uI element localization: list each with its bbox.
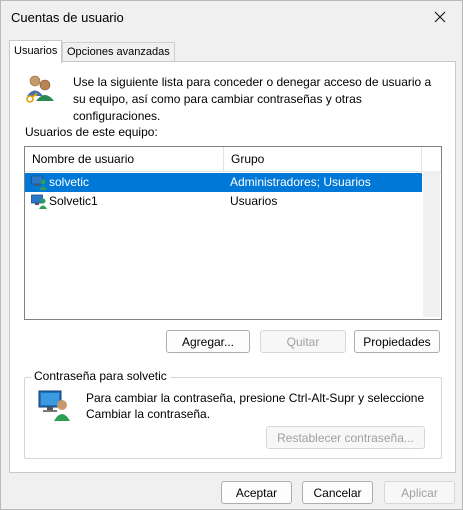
tab-users[interactable]: Usuarios [9, 40, 63, 63]
properties-button[interactable]: Propiedades [354, 330, 440, 353]
list-header: Nombre de usuario Grupo [25, 147, 441, 172]
group-cell: Usuarios [230, 194, 278, 208]
password-computer-icon [38, 390, 70, 421]
column-header-username[interactable]: Nombre de usuario [25, 147, 224, 171]
user-accounts-dialog: Cuentas de usuario Usuarios Opciones ava… [0, 0, 463, 510]
intro-description: Use la siguiente lista para conceder o d… [73, 75, 432, 123]
users-list[interactable]: Nombre de usuario Grupo solvetic Adminis… [24, 146, 442, 320]
title-bar: Cuentas de usuario [1, 1, 462, 33]
close-icon [434, 11, 446, 23]
user-computer-icon [31, 175, 47, 190]
reset-password-button[interactable]: Restablecer contraseña... [266, 426, 425, 449]
users-list-label: Usuarios de este equipo: [25, 125, 158, 139]
add-button[interactable]: Agregar... [166, 330, 250, 353]
remove-button[interactable]: Quitar [260, 330, 346, 353]
column-header-group[interactable]: Grupo [224, 147, 422, 171]
list-item[interactable]: Solvetic1 Usuarios [25, 192, 422, 211]
list-scroll-area [423, 171, 440, 317]
apply-button[interactable]: Aplicar [384, 481, 455, 504]
password-instructions: Para cambiar la contraseña, presione Ctr… [86, 391, 425, 421]
user-computer-icon [31, 194, 47, 209]
close-button[interactable] [418, 1, 462, 33]
window-title: Cuentas de usuario [11, 10, 124, 25]
password-group-title: Contraseña para solvetic [31, 369, 170, 383]
username-cell: Solvetic1 [49, 194, 98, 208]
users-keys-icon [26, 75, 54, 103]
group-cell: Administradores; Usuarios [230, 175, 371, 189]
tab-advanced-options[interactable]: Opciones avanzadas [62, 42, 175, 62]
accept-button[interactable]: Aceptar [221, 481, 292, 504]
cancel-button[interactable]: Cancelar [302, 481, 373, 504]
list-item[interactable]: solvetic Administradores; Usuarios [25, 173, 422, 192]
username-cell: solvetic [49, 175, 90, 189]
